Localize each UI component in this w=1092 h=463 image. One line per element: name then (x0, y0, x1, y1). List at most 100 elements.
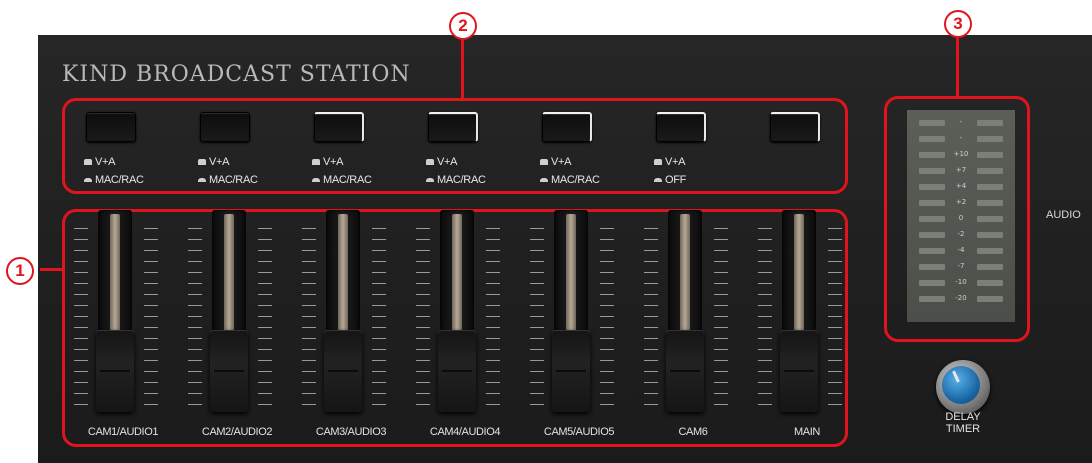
callout-number-2: 2 (449, 12, 477, 40)
mode-indicator-icon (540, 159, 548, 166)
fader-scale-left (302, 228, 316, 415)
select-button-5[interactable] (542, 112, 592, 142)
fader-track (438, 210, 476, 412)
meter-scale-label: 0 (958, 214, 964, 222)
fader-scale-left (416, 228, 430, 415)
meter-segment-left (919, 248, 945, 254)
fader-handle[interactable] (438, 330, 476, 412)
select-button-7[interactable] (770, 112, 820, 142)
fader-track (210, 210, 248, 412)
select-button-1[interactable] (86, 112, 136, 142)
select-button-3[interactable] (314, 112, 364, 142)
button-label-top: V+A (84, 156, 116, 168)
meter-segment-left (919, 232, 945, 238)
fader-channel-6: CAM6 (638, 200, 748, 440)
meter-row: -2 (907, 228, 1015, 242)
button-label-bottom: OFF (654, 174, 686, 186)
meter-scale-label: -2 (957, 230, 965, 238)
button-label-bottom: MAC/RAC (540, 174, 600, 186)
mode-indicator-icon (84, 178, 92, 183)
callout-leader-3 (956, 36, 959, 96)
fader-channel-main: MAIN (752, 200, 862, 440)
meter-row: 0 (907, 212, 1015, 226)
fader-handle[interactable] (210, 330, 248, 412)
meter-segment-right (977, 296, 1003, 302)
select-button-4[interactable] (428, 112, 478, 142)
meter-row: +2 (907, 196, 1015, 210)
button-label-top: V+A (198, 156, 230, 168)
meter-row: -20 (907, 292, 1015, 306)
fader-handle[interactable] (666, 330, 704, 412)
fader-label: CAM6 (678, 426, 708, 438)
mode-indicator-icon (312, 159, 320, 166)
fader-label: CAM4/AUDIO4 (429, 426, 501, 438)
audio-level-meter: - - +10 +7 +4 +2 0 -2 -4 -7 -10 -20 (907, 110, 1015, 322)
meter-segment-left (919, 120, 945, 126)
delay-timer-knob[interactable] (936, 360, 990, 414)
mode-indicator-icon (198, 178, 206, 183)
meter-segment-left (919, 184, 945, 190)
fader-track (552, 210, 590, 412)
fader-handle[interactable] (324, 330, 362, 412)
fader-label: CAM2/AUDIO2 (201, 426, 273, 438)
meter-scale-label: -10 (955, 278, 967, 286)
meter-segment-right (977, 152, 1003, 158)
meter-scale-label: -7 (957, 262, 965, 270)
meter-segment-right (977, 136, 1003, 142)
mode-indicator-icon (426, 159, 434, 166)
mode-indicator-icon (654, 159, 662, 166)
meter-segment-right (977, 280, 1003, 286)
meter-segment-left (919, 296, 945, 302)
fader-scale-right (600, 228, 614, 415)
fader-track (780, 210, 818, 412)
meter-row: - (907, 116, 1015, 130)
meter-segment-right (977, 232, 1003, 238)
fader-scale-right (714, 228, 728, 415)
meter-segment-right (977, 168, 1003, 174)
fader-label: CAM1/AUDIO1 (87, 426, 159, 438)
meter-scale-label: +10 (953, 150, 969, 158)
meter-scale-label: - (959, 118, 963, 126)
fader-label: MAIN (794, 426, 820, 438)
fader-label: CAM3/AUDIO3 (315, 426, 387, 438)
meter-segment-left (919, 136, 945, 142)
fader-scale-left (758, 228, 772, 415)
meter-scale-label: -20 (955, 294, 967, 302)
fader-label: CAM5/AUDIO5 (543, 426, 615, 438)
meter-scale-label: +4 (955, 182, 967, 190)
meter-segment-right (977, 200, 1003, 206)
meter-segment-right (977, 120, 1003, 126)
fader-handle[interactable] (780, 330, 818, 412)
button-label-top: V+A (654, 156, 686, 168)
fader-channel-2: CAM2/AUDIO2 (182, 200, 292, 440)
fader-scale-left (74, 228, 88, 415)
select-button-6[interactable] (656, 112, 706, 142)
fader-track (324, 210, 362, 412)
meter-segment-left (919, 280, 945, 286)
fader-scale-left (188, 228, 202, 415)
meter-segment-left (919, 200, 945, 206)
meter-row: -7 (907, 260, 1015, 274)
fader-channel-3: CAM3/AUDIO3 (296, 200, 406, 440)
meter-row: -10 (907, 276, 1015, 290)
meter-scale-label: +2 (955, 198, 967, 206)
callout-leader-2 (461, 38, 464, 98)
knob-pointer-icon (942, 366, 980, 404)
meter-segment-right (977, 184, 1003, 190)
mode-indicator-icon (426, 178, 434, 183)
button-label-bottom: MAC/RAC (312, 174, 372, 186)
meter-segment-right (977, 248, 1003, 254)
select-button-2[interactable] (200, 112, 250, 142)
fader-scale-right (828, 228, 842, 415)
callout-number-1: 1 (6, 257, 34, 285)
button-label-top: V+A (312, 156, 344, 168)
button-label-bottom: MAC/RAC (84, 174, 144, 186)
fader-channel-5: CAM5/AUDIO5 (524, 200, 634, 440)
callout-number-3: 3 (944, 10, 972, 38)
fader-handle[interactable] (552, 330, 590, 412)
fader-scale-right (372, 228, 386, 415)
mode-indicator-icon (312, 178, 320, 183)
fader-handle[interactable] (96, 330, 134, 412)
station-title: KIND BROADCAST STATION (62, 62, 411, 87)
meter-row: - (907, 132, 1015, 146)
